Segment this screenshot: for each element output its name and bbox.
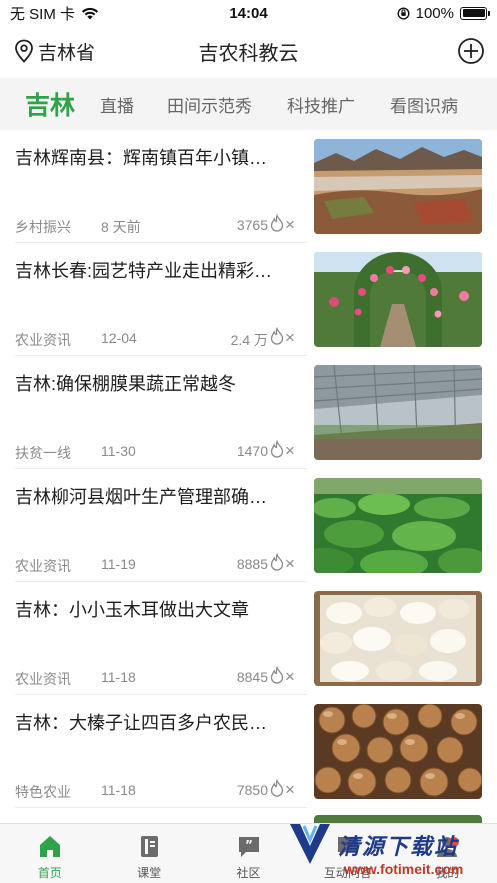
- article-title: 吉林：大榛子让四百多户农民…: [15, 713, 267, 733]
- tab-field-demo[interactable]: 田间示范秀: [167, 92, 252, 117]
- article-category: 农业资讯: [15, 332, 71, 348]
- article-date: 11-30: [101, 443, 136, 459]
- carrier-label: 无 SIM 卡: [10, 5, 76, 23]
- location-pin-icon: [15, 39, 33, 63]
- article-thumbnail: [314, 704, 482, 799]
- tab-tech-promotion[interactable]: 科技推广: [287, 92, 355, 117]
- article-item[interactable]: 吉林辉南县：辉南镇百年小镇… 乡村振兴 8 天前 3765 ×: [0, 130, 497, 243]
- article-date: 11-18: [101, 782, 136, 798]
- article-views: 2.4 万: [230, 332, 268, 348]
- dismiss-icon[interactable]: ×: [285, 555, 295, 572]
- nav-label: 首页: [37, 866, 62, 880]
- dismiss-icon[interactable]: ×: [285, 329, 295, 346]
- article-category: 乡村振兴: [15, 219, 71, 235]
- dismiss-icon[interactable]: ×: [285, 442, 295, 459]
- nav-home[interactable]: 首页: [0, 824, 99, 883]
- nav-label: 互动问答: [323, 866, 372, 880]
- article-thumbnail: [314, 591, 482, 686]
- article-date: 12-04: [101, 330, 137, 346]
- dismiss-icon[interactable]: ×: [285, 216, 295, 233]
- article-title: 吉林柳河县烟叶生产管理部确…: [15, 487, 267, 507]
- fire-icon: [270, 666, 284, 684]
- article-date: 8 天前: [101, 219, 141, 235]
- battery-icon: [460, 6, 490, 20]
- header: 吉林省 吉农科教云: [0, 28, 497, 74]
- article-category: 特色农业: [15, 784, 71, 800]
- article-category: 扶贫一线: [15, 445, 71, 461]
- nav-label: 社区: [236, 866, 261, 880]
- dismiss-icon[interactable]: ×: [285, 781, 295, 798]
- article-title: 吉林：小小玉木耳做出大文章: [15, 600, 249, 620]
- article-date: 11-18: [101, 669, 136, 685]
- nav-label: 课堂: [137, 866, 162, 880]
- article-title: 吉林长春:园艺特产业走出精彩…: [15, 261, 272, 281]
- battery-percent: 100%: [415, 4, 454, 22]
- status-time: 14:04: [229, 4, 268, 22]
- orientation-lock-icon: [397, 6, 410, 20]
- article-item[interactable]: 吉林柳河县烟叶生产管理部确… 农业资讯 11-19 8885 ×: [0, 469, 497, 582]
- next-thumbnail-peek: [314, 815, 482, 823]
- article-date: 11-19: [101, 556, 136, 572]
- fire-icon: [270, 327, 284, 345]
- article-thumbnail: [314, 365, 482, 460]
- article-thumbnail: [314, 478, 482, 573]
- article-item[interactable]: 吉林:确保棚膜果蔬正常越冬 扶贫一线 11-30 1470 ×: [0, 356, 497, 469]
- status-bar: 无 SIM 卡 14:04 100%: [0, 0, 497, 26]
- nav-classroom[interactable]: 课堂: [99, 824, 198, 883]
- article-thumbnail: [314, 252, 482, 347]
- wifi-icon: [81, 7, 99, 19]
- article-item[interactable]: 吉林长春:园艺特产业走出精彩… 农业资讯 12-04 2.4 万 ×: [0, 243, 497, 356]
- article-list: 吉林辉南县：辉南镇百年小镇… 乡村振兴 8 天前 3765 × 吉林长春:园艺特…: [0, 130, 497, 808]
- tab-jilin[interactable]: 吉林: [25, 86, 75, 122]
- article-item[interactable]: 吉林：大榛子让四百多户农民… 特色农业 11-18 7850 ×: [0, 695, 497, 808]
- svg-text:”: ”: [245, 838, 253, 852]
- status-right: 100%: [317, 4, 490, 22]
- book-icon: [141, 836, 159, 857]
- article-category: 农业资讯: [15, 558, 71, 574]
- qa-icon: [337, 837, 358, 857]
- fire-icon: [270, 214, 284, 232]
- article-views: 7850: [236, 782, 268, 798]
- location-selector[interactable]: 吉林省: [14, 38, 95, 65]
- tab-live[interactable]: 直播: [100, 92, 134, 117]
- article-thumbnail: [314, 139, 482, 234]
- fire-icon: [270, 440, 284, 458]
- article-views: 1470: [236, 443, 268, 459]
- article-views: 8845: [236, 669, 268, 685]
- status-left: 无 SIM 卡: [10, 3, 180, 24]
- notification-badge: [449, 837, 459, 847]
- article-title: 吉林:确保棚膜果蔬正常越冬: [15, 374, 236, 394]
- home-icon: [39, 836, 60, 857]
- nav-community[interactable]: ” 社区: [199, 824, 298, 883]
- article-views: 3765: [236, 217, 268, 233]
- article-title: 吉林辉南县：辉南镇百年小镇…: [15, 148, 267, 168]
- nav-qa[interactable]: 互动问答: [298, 824, 397, 883]
- article-item[interactable]: 吉林：小小玉木耳做出大文章 农业资讯 11-18 8845 ×: [0, 582, 497, 695]
- dismiss-icon[interactable]: ×: [285, 668, 295, 685]
- fire-icon: [270, 779, 284, 797]
- tab-disease-identify[interactable]: 看图识病: [390, 92, 458, 117]
- divider: [15, 807, 307, 808]
- bottom-nav: 首页 课堂 ” 社区 互动问答 我的: [0, 823, 497, 883]
- chat-icon: ”: [238, 837, 259, 857]
- fire-icon: [270, 553, 284, 571]
- location-label: 吉林省: [38, 42, 96, 64]
- add-icon[interactable]: [457, 37, 485, 65]
- category-tabs: 吉林 直播 田间示范秀 科技推广 看图识病: [0, 78, 497, 130]
- article-category: 农业资讯: [15, 671, 71, 687]
- article-views: 8885: [236, 556, 268, 572]
- nav-label: 我的: [435, 866, 460, 880]
- nav-profile[interactable]: 我的: [398, 824, 497, 883]
